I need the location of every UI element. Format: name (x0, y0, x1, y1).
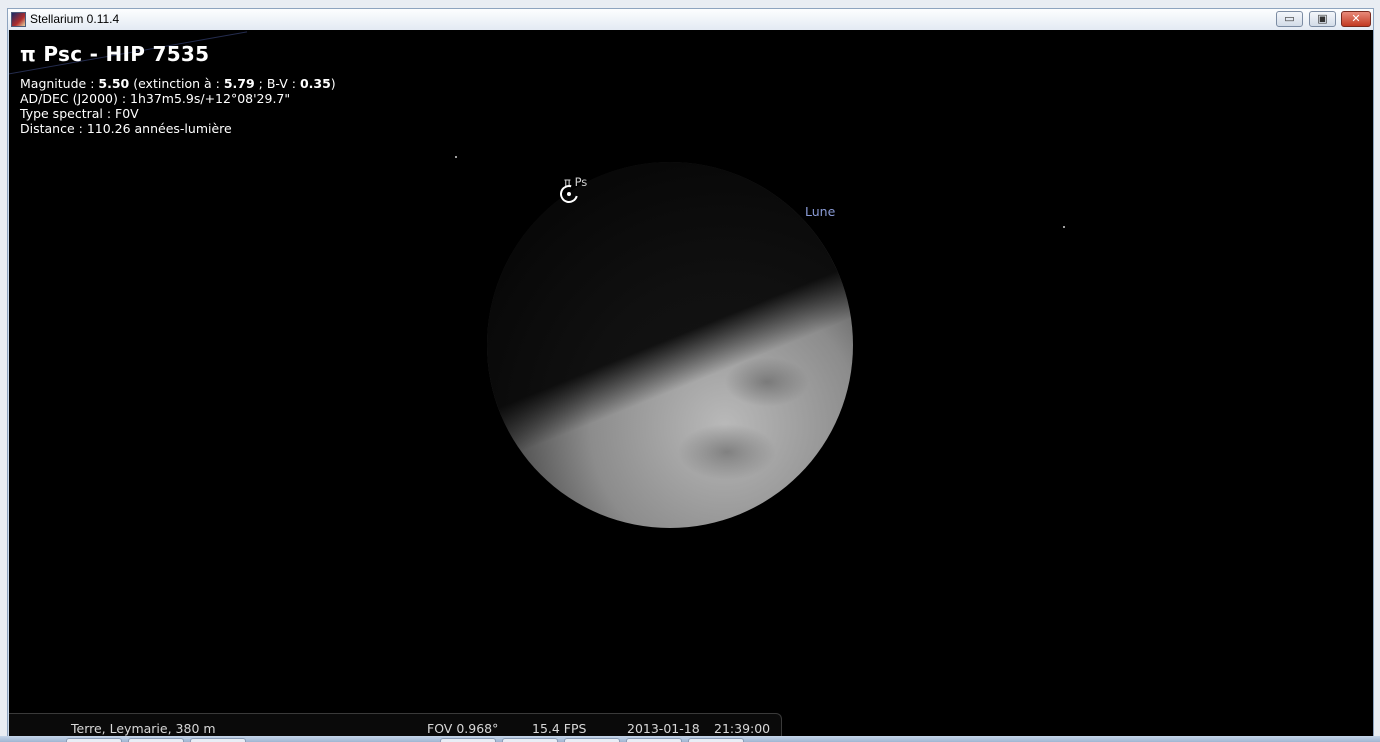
bv-close: ) (330, 76, 336, 91)
distance-line: Distance : 110.26 années-lumière (20, 121, 232, 136)
target-reticle-icon[interactable] (556, 181, 582, 207)
stellarium-app-icon[interactable] (11, 12, 26, 27)
moon-terminator-shadow (487, 162, 853, 458)
fov-text: FOV 0.968° (427, 721, 499, 736)
radec-line: AD/DEC (J2000) : 1h37m5.9s/+12°08'29.7" (20, 91, 291, 106)
time-text: 21:39:00 (714, 721, 771, 736)
bv-label: ; B-V : (254, 76, 300, 91)
title-bar[interactable]: Stellarium 0.11.4 ▭ ▣ ✕ (8, 9, 1373, 30)
magnitude-value: 5.50 (98, 76, 130, 91)
taskbar-button[interactable] (688, 738, 744, 742)
minimize-button[interactable]: ▭ (1276, 11, 1303, 27)
sky-view[interactable]: π Psc - HIP 7535 Magnitude : 5.50 (extin… (9, 30, 1373, 741)
selected-star[interactable] (567, 192, 571, 196)
taskbar-button[interactable] (128, 738, 184, 742)
object-info-panel: π Psc - HIP 7535 Magnitude : 5.50 (extin… (20, 42, 336, 136)
magnitude-label: Magnitude : (20, 76, 99, 91)
location-text: Terre, Leymarie, 380 m (71, 721, 216, 736)
star[interactable] (1063, 226, 1065, 228)
moon[interactable] (487, 162, 853, 528)
extinction-label: (extinction à : (129, 76, 224, 91)
object-details: Magnitude : 5.50 (extinction à : 5.79 ; … (20, 76, 336, 136)
taskbar-button[interactable] (190, 738, 246, 742)
date-text: 2013-01-18 (627, 721, 700, 736)
taskbar-button[interactable] (626, 738, 682, 742)
magnitude-line: Magnitude : 5.50 (extinction à : 5.79 ; … (20, 76, 336, 91)
app-window: Stellarium 0.11.4 ▭ ▣ ✕ π Psc - HIP 7535… (7, 8, 1374, 742)
taskbar-button[interactable] (440, 738, 496, 742)
taskbar-button[interactable] (564, 738, 620, 742)
fps-text: 15.4 FPS (532, 721, 587, 736)
window-title: Stellarium 0.11.4 (30, 12, 120, 26)
spectral-line: Type spectral : F0V (20, 106, 139, 121)
moon-label: Lune (805, 204, 836, 219)
taskbar-button[interactable] (66, 738, 122, 742)
extinction-value: 5.79 (223, 76, 255, 91)
object-title: π Psc - HIP 7535 (20, 42, 210, 66)
star[interactable] (455, 156, 457, 158)
maximize-button[interactable]: ▣ (1309, 11, 1336, 27)
close-button[interactable]: ✕ (1341, 11, 1371, 27)
taskbar-button[interactable] (502, 738, 558, 742)
bv-value: 0.35 (299, 76, 331, 91)
